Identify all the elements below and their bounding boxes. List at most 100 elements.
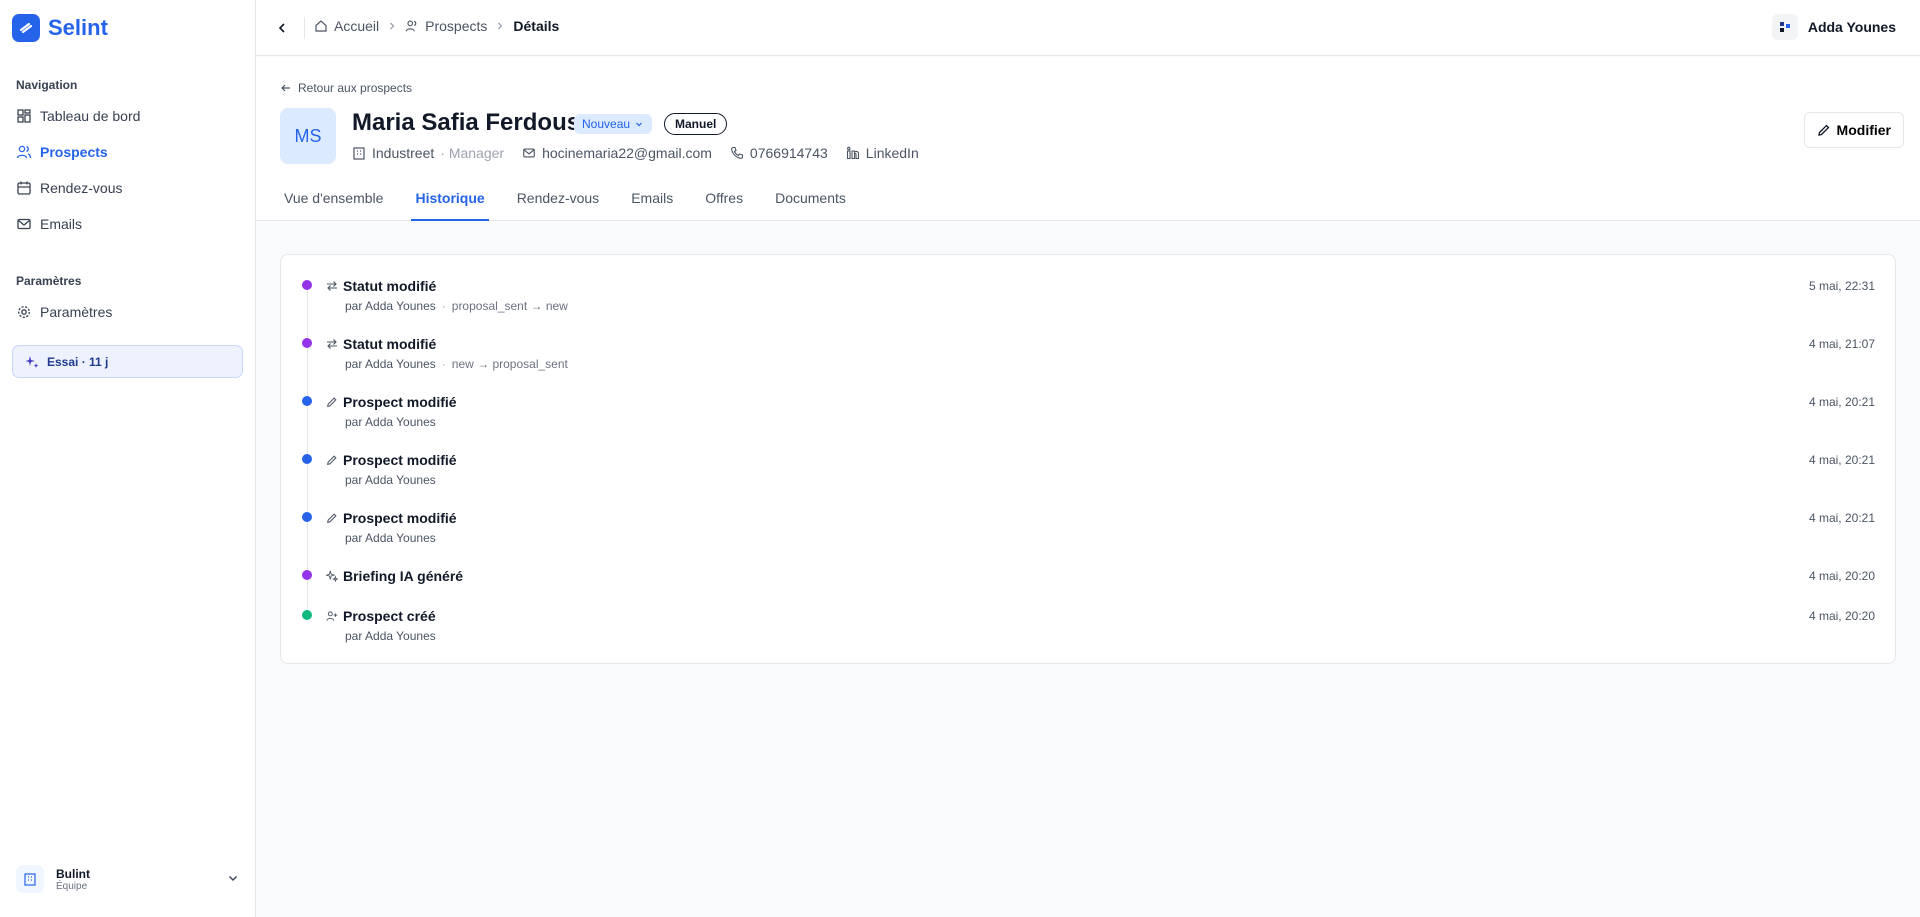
mail-icon [17,218,31,230]
timeline-line [307,285,308,615]
event-title: Prospect modifié [343,510,457,526]
sidebar-item-label: Rendez-vous [40,180,123,196]
team-switcher[interactable]: Bulint Équipe [16,860,240,898]
event-dot [302,512,312,522]
users-icon [16,145,32,159]
event-author: par Adda Younes [345,473,436,487]
sidebar-item-label: Tableau de bord [40,108,141,124]
tab-appointments[interactable]: Rendez-vous [513,190,604,221]
gear-icon [18,306,30,318]
user-menu[interactable]: Adda Younes [1771,14,1896,40]
arrow-left-icon [281,84,290,92]
event-time: 5 mai, 22:31 [1808,279,1875,293]
avatar [1771,14,1798,40]
breadcrumb-home[interactable]: Accueil [314,18,379,34]
event-detail: new → proposal_sent [451,357,568,371]
trial-badge[interactable]: Essai · 11 j [12,345,243,378]
event-title: Briefing IA généré [343,568,464,584]
logo-icon [12,14,40,42]
phone-link[interactable]: 0766914743 [730,145,828,161]
chevron-right-icon [387,18,397,34]
back-link-label: Retour aux prospects [298,81,413,95]
sparkles-icon [325,569,339,583]
breadcrumb-label: Accueil [334,18,380,34]
event-time: 4 mai, 20:21 [1808,511,1875,525]
sidebar-item-dashboard[interactable]: Tableau de bord [16,104,140,128]
event-dot [302,570,312,580]
pencil-icon [1817,124,1829,136]
prospect-meta: Industreet · Manager hocinemaria22@gmail… [352,145,919,161]
sparkles-icon [25,355,39,368]
edit-label: Modifier [1836,122,1891,138]
event-title: Prospect modifié [343,452,457,468]
event-meta: par Adda Younes [345,473,436,487]
app-name: Selint [48,15,108,40]
sidebar-item-label: Prospects [40,144,108,160]
tab-offers[interactable]: Offres [701,190,747,221]
event-dot [302,396,312,406]
timeline-event: Briefing IA généré 4 mai, 20:20 [281,568,1895,612]
event-time: 4 mai, 20:21 [1808,453,1875,467]
team-name: Bulint [56,866,90,881]
linkedin-label: LinkedIn [865,145,919,161]
tab-overview[interactable]: Vue d'ensemble [280,190,387,221]
prospect-header: Retour aux prospects MS Maria Safia Ferd… [256,57,1920,221]
sidebar-item-prospects[interactable]: Prospects [16,140,108,164]
tab-emails[interactable]: Emails [627,190,677,221]
event-author: par Adda Younes [345,629,436,643]
timeline-event: Prospect créé par Adda Younes 4 mai, 20:… [281,608,1895,652]
source-badge: Manuel [664,113,728,135]
event-title: Prospect modifié [343,394,457,410]
swap-icon [325,337,339,351]
event-meta: par Adda Younes · new → proposal_sent [345,357,568,371]
event-author: par Adda Younes [345,357,436,371]
prospect-name: Maria Safia Ferdous [352,109,581,136]
event-author: par Adda Younes [345,299,436,313]
dashboard-icon [17,109,31,123]
tab-documents[interactable]: Documents [771,190,850,221]
event-meta: par Adda Younes [345,415,436,429]
event-title: Statut modifié [343,336,437,352]
breadcrumb-prospects[interactable]: Prospects [405,18,487,34]
email-value: hocinemaria22@gmail.com [542,145,712,161]
back-to-prospects-link[interactable]: Retour aux prospects [280,81,412,95]
status-dropdown[interactable]: Nouveau [574,114,653,134]
email-link[interactable]: hocinemaria22@gmail.com [522,145,712,161]
sidebar-item-label: Paramètres [40,304,113,320]
topbar: Accueil Prospects Détails Adda Younes [256,0,1920,56]
sidebar-item-emails[interactable]: Emails [16,212,82,236]
event-author: par Adda Younes [345,415,436,429]
company-name: Industreet [372,145,435,161]
building-icon [16,865,44,893]
event-time: 4 mai, 20:21 [1808,395,1875,409]
user-plus-icon [325,609,339,623]
app-logo[interactable]: Selint [12,14,108,42]
prospect-tabs: Vue d'ensemble Historique Rendez-vous Em… [280,190,874,221]
event-time: 4 mai, 20:20 [1808,609,1875,623]
event-title: Prospect créé [343,608,436,624]
mail-icon [523,148,535,158]
timeline-event: Statut modifié par Adda Younes · proposal_… [281,278,1895,322]
back-button[interactable] [270,16,294,40]
user-name: Adda Younes [1807,19,1896,35]
event-dot [302,454,312,464]
prospect-avatar: MS [280,108,336,164]
company-info: Industreet · Manager [352,145,504,161]
edit-button[interactable]: Modifier [1803,112,1904,148]
home-icon [315,20,327,32]
sidebar-item-settings[interactable]: Paramètres [16,300,112,324]
event-dot [302,610,312,620]
tab-history[interactable]: Historique [411,190,489,221]
linkedin-link[interactable]: LinkedIn [846,145,919,161]
chevron-right-icon [495,18,505,34]
pencil-icon [325,453,339,467]
status-label: Nouveau [582,117,631,131]
trial-label: Essai · 11 j [47,354,109,369]
users-icon [405,20,417,32]
breadcrumb: Accueil Prospects Détails [314,18,559,34]
event-dot [302,338,312,348]
sidebar-item-appointments[interactable]: Rendez-vous [16,176,123,200]
timeline-event: Prospect modifié par Adda Younes 4 mai, … [281,394,1895,438]
history-card: Statut modifié par Adda Younes · proposal_… [280,254,1896,664]
pencil-icon [325,395,339,409]
